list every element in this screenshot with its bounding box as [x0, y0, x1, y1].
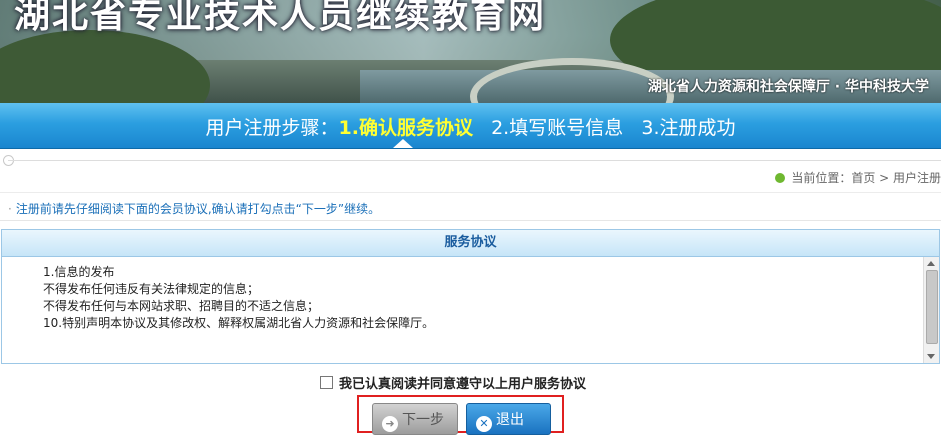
- agreement-line: 不得发布任何违反有关法律规定的信息；: [43, 282, 260, 296]
- close-icon: ✕: [476, 416, 492, 432]
- agreement-scroll-area[interactable]: 1.信息的发布 不得发布任何违反有关法律规定的信息； 不得发布任何与本网站求职、…: [2, 257, 939, 363]
- agreement-header: 服务协议: [2, 230, 939, 257]
- agree-checkbox[interactable]: [320, 376, 333, 389]
- steps-prefix: 用户注册步骤：: [205, 117, 339, 139]
- registration-steps-bar: 用户注册步骤：1.确认服务协议 2.填写账号信息 3.注册成功: [0, 103, 941, 149]
- breadcrumb: 当前位置：首页 > 用户注册: [775, 169, 941, 186]
- breadcrumb-divider: [0, 192, 941, 193]
- step-confirm-agreement: 1.确认服务协议: [338, 117, 473, 139]
- next-step-label: 下一步: [402, 412, 444, 428]
- scrollbar-thumb[interactable]: [926, 270, 938, 344]
- site-banner: 湖北省专业技术人员继续教育网 湖北省人力资源和社会保障厅 · 华中科技大学: [0, 0, 941, 103]
- exit-label: 退出: [496, 412, 524, 428]
- agreement-scrollbar[interactable]: [923, 257, 939, 363]
- arrow-right-icon: ➜: [382, 416, 398, 432]
- location-dot-icon: [775, 173, 786, 183]
- active-step-pointer: [393, 139, 413, 148]
- breadcrumb-text: 当前位置：首页 > 用户注册: [791, 171, 941, 185]
- agreement-text: 1.信息的发布 不得发布任何违反有关法律规定的信息； 不得发布任何与本网站求职、…: [2, 257, 939, 332]
- scroll-down-arrow-icon[interactable]: [927, 354, 935, 359]
- step-fill-account: 2.填写账号信息: [491, 117, 624, 139]
- agree-label[interactable]: 我已认真阅读并同意遵守以上用户服务协议: [339, 377, 586, 392]
- registration-notice: · 注册前请先仔细阅读下面的会员协议,确认请打勾点击“下一步”继续。: [8, 200, 380, 217]
- next-step-button[interactable]: ➜ 下一步: [372, 403, 458, 435]
- service-agreement-panel: 服务协议 1.信息的发布 不得发布任何违反有关法律规定的信息； 不得发布任何与本…: [1, 229, 940, 364]
- notice-text: 注册前请先仔细阅读下面的会员协议,确认请打勾点击“下一步”继续。: [15, 202, 381, 216]
- bullet-dot-icon: ·: [8, 202, 12, 216]
- agreement-line: 10.特别声明本协议及其修改权、解释权属湖北省人力资源和社会保障厅。: [43, 316, 435, 330]
- consent-row[interactable]: 我已认真阅读并同意遵守以上用户服务协议: [320, 373, 586, 392]
- step-register-success: 3.注册成功: [641, 117, 736, 139]
- divider: [8, 160, 941, 161]
- site-title: 湖北省专业技术人员继续教育网: [14, 0, 547, 36]
- notice-divider: [0, 220, 941, 221]
- agreement-line: 不得发布任何与本网站求职、招聘目的不适之信息；: [43, 299, 320, 313]
- agreement-line: 1.信息的发布: [43, 265, 115, 279]
- exit-button[interactable]: ✕ 退出: [466, 403, 551, 435]
- site-subtitle: 湖北省人力资源和社会保障厅 · 华中科技大学: [647, 79, 929, 95]
- scroll-up-arrow-icon[interactable]: [927, 261, 935, 266]
